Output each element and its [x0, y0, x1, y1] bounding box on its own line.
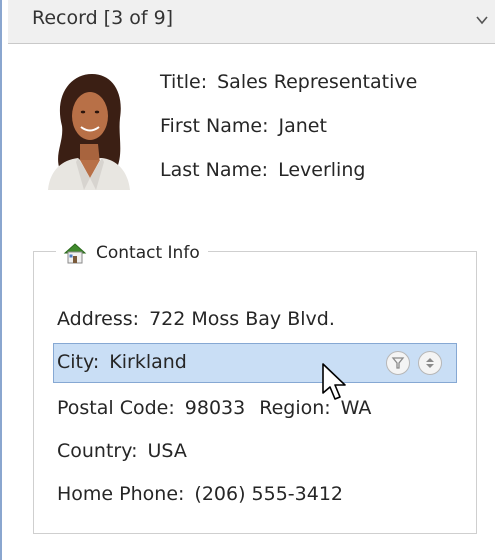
- first-name-label: First Name:: [160, 115, 269, 137]
- title-label: Title:: [160, 71, 208, 93]
- country-value: USA: [147, 440, 187, 462]
- city-field[interactable]: City: Kirkland: [57, 351, 187, 373]
- address-field[interactable]: Address: 722 Moss Bay Blvd.: [57, 308, 335, 330]
- home-phone-field[interactable]: Home Phone: (206) 555-3412: [57, 483, 343, 505]
- title-value: Sales Representative: [217, 71, 418, 93]
- employee-photo: [40, 66, 132, 190]
- contact-info-title: Contact Info: [96, 243, 200, 263]
- address-label: Address:: [57, 308, 140, 330]
- city-label: City:: [57, 351, 100, 373]
- city-value: Kirkland: [109, 351, 187, 373]
- title-field[interactable]: Title: Sales Representative: [160, 71, 417, 93]
- home-phone-value: (206) 555-3412: [194, 483, 344, 505]
- last-name-field[interactable]: Last Name: Leverling: [160, 159, 365, 181]
- postal-code-value: 98033: [184, 397, 246, 419]
- home-phone-label: Home Phone:: [57, 483, 185, 505]
- sort-icon: [426, 358, 434, 368]
- country-field[interactable]: Country: USA: [57, 440, 187, 462]
- house-icon: [63, 243, 87, 264]
- record-header[interactable]: Record [3 of 9]: [8, 0, 495, 44]
- mouse-cursor-icon: [322, 363, 346, 400]
- sort-button[interactable]: [418, 351, 442, 375]
- country-label: Country:: [57, 440, 138, 462]
- first-name-value: Janet: [278, 115, 327, 137]
- chevron-down-icon[interactable]: [475, 14, 489, 26]
- address-value: 722 Moss Bay Blvd.: [149, 308, 335, 330]
- postal-code-label: Postal Code:: [57, 397, 175, 419]
- contact-info-legend: Contact Info: [56, 236, 208, 270]
- panel-left-border: [0, 0, 2, 560]
- last-name-value: Leverling: [278, 159, 366, 181]
- first-name-field[interactable]: First Name: Janet: [160, 115, 327, 137]
- last-name-label: Last Name:: [160, 159, 269, 181]
- record-title: Record [3 of 9]: [32, 7, 174, 29]
- filter-button[interactable]: [386, 351, 410, 375]
- filter-icon: [391, 357, 405, 369]
